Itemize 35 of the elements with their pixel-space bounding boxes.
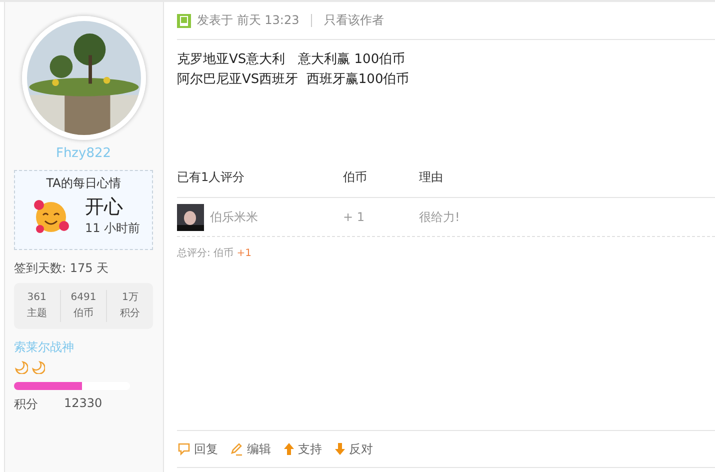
user-icon [177, 14, 191, 28]
mood-text: 开心 [85, 195, 124, 220]
column-header: 伯币 [343, 170, 367, 184]
stat-value[interactable]: 361 [14, 290, 60, 306]
down-arrow-icon [334, 442, 346, 456]
speech-bubble-icon [177, 442, 191, 456]
mood-title: TA的每日心情 [45, 175, 122, 192]
author-only-link[interactable]: 只看该作者 [324, 12, 384, 29]
down-link[interactable]: 反对 [334, 440, 373, 458]
points-label: 积分 [14, 396, 38, 413]
up-arrow-icon [283, 442, 295, 456]
moon-icon [31, 360, 45, 374]
stat-label[interactable]: 伯币 [60, 306, 106, 322]
mood-time: 11 小时前 [85, 220, 140, 237]
stat-value[interactable]: 1万 [107, 290, 154, 306]
edit-link[interactable]: 编辑 [230, 440, 271, 458]
post-time: 发表于 前天 13:23 [197, 12, 300, 29]
reason-text: 很给力! [419, 210, 460, 224]
rater-name[interactable]: 伯乐米米 [210, 208, 258, 226]
pencil-icon [230, 442, 244, 456]
sign-in-days: 签到天数: 175 天 [14, 260, 153, 277]
post-line: 阿尔巴尼亚VS西班牙 西班牙赢100伯币 [177, 71, 410, 89]
coin-amount: + 1 [343, 210, 365, 224]
column-header: 理由 [419, 170, 443, 184]
points-value: 12330 [64, 396, 102, 412]
stat-label[interactable]: 积分 [107, 306, 154, 322]
moon-icon [14, 360, 28, 374]
total-rating: 总评分: 伯币 +1 [177, 246, 252, 260]
column-header: 已有1人评分 [177, 169, 245, 186]
up-link[interactable]: 支持 [283, 440, 322, 458]
user-avatar [177, 204, 204, 230]
post-line: 克罗地亚VS意大利 意大利赢 100伯币 [177, 51, 406, 69]
stat-label[interactable]: 主题 [14, 306, 60, 322]
reply-link[interactable]: 回复 [177, 440, 218, 458]
stat-value[interactable]: 6491 [60, 290, 106, 306]
